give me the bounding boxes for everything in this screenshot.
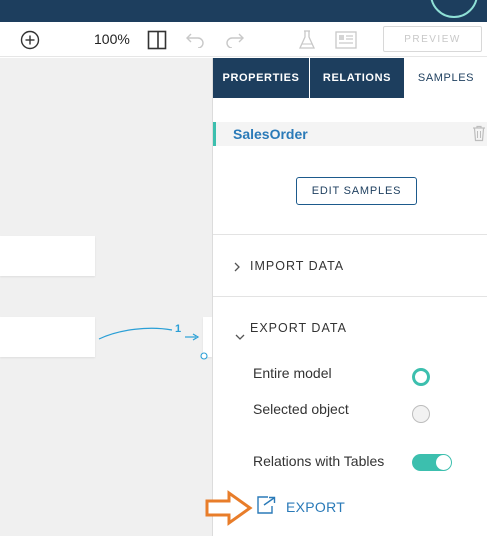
selected-entity-row[interactable]: SalesOrder: [213, 122, 487, 146]
relations-with-tables-label: Relations with Tables: [253, 453, 385, 469]
undo-icon[interactable]: [184, 22, 206, 57]
selected-object-label: Selected object: [253, 401, 349, 417]
entire-model-radio[interactable]: [412, 368, 430, 386]
entity-name: SalesOrder: [233, 126, 308, 142]
toolbar: 100% PREVIEW: [0, 22, 487, 57]
divider: [213, 234, 487, 235]
relations-with-tables-toggle[interactable]: [412, 454, 452, 471]
app-header: [0, 0, 487, 22]
selected-object-radio[interactable]: [412, 405, 430, 423]
tab-properties[interactable]: PROPERTIES: [213, 58, 309, 98]
export-button[interactable]: EXPORT: [255, 495, 345, 519]
export-label: EXPORT: [286, 499, 346, 515]
export-data-header[interactable]: EXPORT DATA: [250, 321, 347, 335]
panel-tabs: PROPERTIES RELATIONS SAMPLES: [213, 58, 487, 98]
preview-button[interactable]: PREVIEW: [383, 26, 482, 52]
toggle-knob: [436, 455, 451, 470]
relation-connector[interactable]: [0, 58, 212, 536]
properties-panel: PROPERTIES RELATIONS SAMPLES SalesOrder …: [212, 58, 487, 536]
user-avatar[interactable]: [430, 0, 478, 18]
split-panel-icon[interactable]: [146, 22, 168, 57]
chevron-right-icon[interactable]: [233, 261, 241, 275]
zoom-level[interactable]: 100%: [94, 22, 130, 57]
divider: [213, 296, 487, 297]
relation-cardinality: 1: [175, 323, 182, 335]
import-data-header[interactable]: IMPORT DATA: [250, 259, 344, 273]
orange-arrow-icon: [205, 490, 255, 531]
tab-relations[interactable]: RELATIONS: [310, 58, 404, 98]
redo-icon[interactable]: [224, 22, 246, 57]
diagram-canvas[interactable]: 1: [0, 58, 212, 536]
export-icon: [255, 495, 277, 520]
circle-plus-icon[interactable]: [19, 22, 41, 57]
form-icon[interactable]: [334, 22, 358, 57]
chevron-down-icon[interactable]: [235, 330, 245, 344]
edit-samples-button[interactable]: EDIT SAMPLES: [296, 177, 417, 205]
flask-icon[interactable]: [296, 22, 318, 57]
tab-samples[interactable]: SAMPLES: [404, 58, 487, 98]
entire-model-label: Entire model: [253, 365, 332, 381]
trash-icon[interactable]: [472, 125, 486, 147]
